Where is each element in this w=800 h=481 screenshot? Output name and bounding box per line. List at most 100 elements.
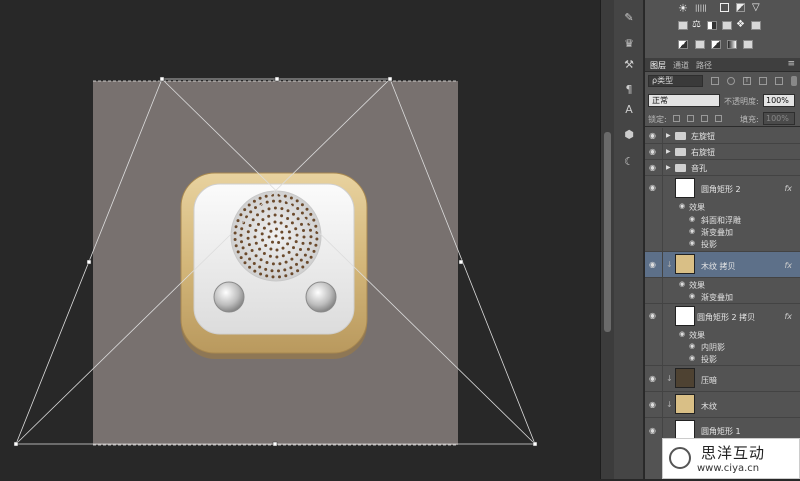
3d-icon[interactable]: ⬢ (619, 125, 639, 143)
expand-arrow-icon[interactable]: ▶ (666, 164, 671, 171)
layer-name[interactable]: 木纹 (701, 401, 717, 412)
effect-inner-shadow[interactable]: 内阴影 (701, 342, 725, 353)
hue-icon[interactable] (678, 21, 688, 30)
fx-icon[interactable]: fx (784, 261, 792, 270)
blend-mode-select[interactable]: 正常 (648, 94, 720, 107)
vibrance-icon[interactable]: ▽ (752, 2, 760, 13)
filter-kind-select[interactable]: ρ类型 (648, 75, 703, 87)
layer-name[interactable]: 圆角矩形 1 (701, 426, 741, 437)
visibility-eye-icon[interactable]: ◉ (649, 148, 659, 156)
effect-bevel[interactable]: 斜面和浮雕 (701, 215, 741, 226)
lock-transparent-icon[interactable] (673, 115, 680, 122)
layer-name[interactable]: 圆角矩形 2 (701, 184, 741, 195)
paragraph-icon[interactable]: ¶ (619, 80, 639, 98)
effect-eye-icon[interactable]: ◉ (689, 354, 695, 362)
lock-all-icon[interactable] (715, 115, 722, 122)
layer-thumbnail (675, 394, 695, 414)
posterize-icon[interactable] (695, 40, 705, 49)
vertical-scrollbar[interactable] (600, 0, 614, 479)
effect-gradient[interactable]: 渐变叠加 (701, 292, 733, 303)
clone-source-icon[interactable]: ♛ (619, 34, 639, 52)
visibility-eye-icon[interactable]: ◉ (649, 375, 659, 383)
adjustment-filter-icon[interactable] (727, 77, 735, 85)
channel-mixer-icon[interactable]: ❖ (736, 19, 745, 30)
clip-arrow-icon: ↓ (666, 400, 673, 409)
speaker-hole (250, 249, 254, 252)
visibility-eye-icon[interactable]: ◉ (649, 401, 659, 409)
type-filter-icon[interactable]: T (743, 77, 751, 85)
layer-thumbnail (675, 178, 695, 198)
color-balance-icon[interactable]: ⚖ (692, 19, 701, 30)
character-icon[interactable]: A (619, 100, 639, 118)
radio-app-icon[interactable] (0, 0, 607, 479)
effect-eye-icon[interactable]: ◉ (689, 342, 695, 350)
panel-menu-icon[interactable]: ≡ (787, 59, 795, 69)
layer-name[interactable]: 压暗 (701, 375, 717, 386)
speaker-hole (281, 254, 285, 258)
tab-channels[interactable]: 通道 (673, 60, 689, 71)
layer-wood-copy[interactable]: ◉ ↓ 木纹 拷贝 fx (645, 252, 800, 278)
invert-icon[interactable] (678, 40, 688, 49)
effects-eye-icon[interactable]: ◉ (679, 330, 685, 338)
selective-color-icon[interactable] (743, 40, 753, 49)
lookup-icon[interactable] (751, 21, 761, 30)
speaker-hole (248, 224, 252, 227)
tab-paths[interactable]: 路径 (696, 60, 712, 71)
exposure-icon[interactable] (736, 3, 745, 12)
gradient-map-icon[interactable] (727, 40, 737, 49)
layer-group-speaker[interactable]: ◉ ▶ 音孔 (645, 160, 800, 176)
speaker-hole (234, 225, 238, 229)
fill-input[interactable]: 100% (763, 112, 795, 125)
visibility-eye-icon[interactable]: ◉ (649, 261, 659, 269)
layer-name[interactable]: 木纹 拷贝 (701, 261, 736, 272)
levels-icon[interactable]: ||||| (695, 4, 707, 12)
layer-name[interactable]: 音孔 (691, 163, 707, 174)
effects-eye-icon[interactable]: ◉ (679, 280, 685, 288)
threshold-icon[interactable] (711, 40, 721, 49)
filter-toggle-icon[interactable] (791, 76, 797, 86)
effect-eye-icon[interactable]: ◉ (689, 239, 695, 247)
visibility-eye-icon[interactable]: ◉ (649, 312, 659, 320)
expand-arrow-icon[interactable]: ▶ (666, 148, 671, 155)
speaker-hole (302, 229, 305, 232)
layer-group-right-knob[interactable]: ◉ ▶ 右旋钮 (645, 144, 800, 160)
properties-icon[interactable]: ☾ (619, 152, 639, 170)
tab-layers[interactable]: 图层 (650, 60, 666, 71)
bw-icon[interactable] (707, 21, 717, 30)
photo-filter-icon[interactable] (722, 21, 732, 30)
effect-eye-icon[interactable]: ◉ (689, 227, 695, 235)
fx-icon[interactable]: fx (784, 184, 792, 193)
lock-image-icon[interactable] (687, 115, 694, 122)
sun-icon[interactable]: ☀ (678, 2, 688, 15)
brush-settings-icon[interactable]: ✎ (619, 8, 639, 26)
fx-icon[interactable]: fx (784, 312, 792, 321)
layer-wood[interactable]: ◉ ↓ 木纹 (645, 392, 800, 418)
layer-darken[interactable]: ◉ ↓ 压暗 (645, 366, 800, 392)
expand-arrow-icon[interactable]: ▶ (666, 132, 671, 139)
visibility-eye-icon[interactable]: ◉ (649, 164, 659, 172)
lock-position-icon[interactable] (701, 115, 708, 122)
layer-rounded-rect-2[interactable]: ◉ 圆角矩形 2 fx ◉ 效果 ◉ 斜面和浮雕 ◉ 渐变叠加 ◉ 投影 (645, 176, 800, 252)
pixel-filter-icon[interactable] (711, 77, 719, 85)
layer-rounded-rect-2-copy[interactable]: ◉ 圆角矩形 2 拷贝 fx ◉ 效果 ◉ 内阴影 ◉ 投影 (645, 304, 800, 366)
document-canvas[interactable] (0, 0, 607, 479)
effect-eye-icon[interactable]: ◉ (689, 292, 695, 300)
scroll-thumb[interactable] (604, 132, 611, 332)
effect-eye-icon[interactable]: ◉ (689, 215, 695, 223)
layer-name[interactable]: 左旋钮 (691, 131, 715, 142)
visibility-eye-icon[interactable]: ◉ (649, 427, 659, 435)
curves-icon[interactable] (720, 3, 729, 12)
effect-shadow[interactable]: 投影 (701, 354, 717, 365)
visibility-eye-icon[interactable]: ◉ (649, 184, 659, 192)
shape-filter-icon[interactable] (759, 77, 767, 85)
layer-name[interactable]: 圆角矩形 2 拷贝 (697, 312, 755, 323)
layer-group-left-knob[interactable]: ◉ ▶ 左旋钮 (645, 128, 800, 144)
opacity-input[interactable]: 100% (763, 94, 795, 107)
tool-presets-icon[interactable]: ⚒ (619, 55, 639, 73)
visibility-eye-icon[interactable]: ◉ (649, 132, 659, 140)
effect-shadow[interactable]: 投影 (701, 239, 717, 250)
smart-object-filter-icon[interactable] (775, 77, 783, 85)
effect-gradient[interactable]: 渐变叠加 (701, 227, 733, 238)
layer-name[interactable]: 右旋钮 (691, 147, 715, 158)
effects-eye-icon[interactable]: ◉ (679, 202, 685, 210)
